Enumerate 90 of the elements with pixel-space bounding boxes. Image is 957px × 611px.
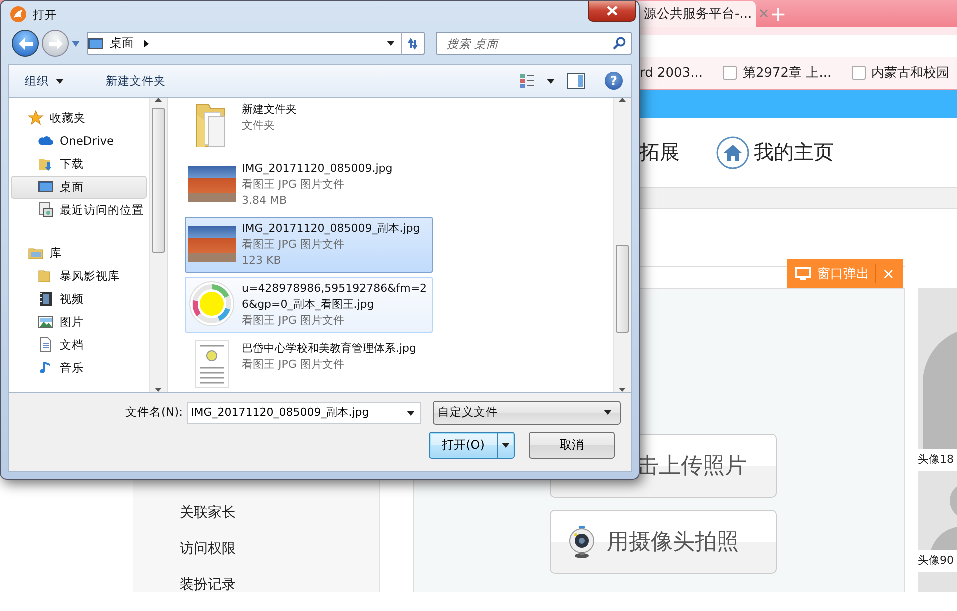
nav-item[interactable]: 库 [11, 242, 147, 265]
file-name-label: 文件名(N): [124, 405, 184, 420]
nav-item[interactable]: 桌面 [11, 176, 147, 199]
file-size: 3.84 MB [242, 192, 288, 209]
scrollbar[interactable] [149, 98, 167, 392]
download-icon [38, 156, 54, 172]
nav-link[interactable]: 拓展 [640, 139, 680, 166]
bookmark-link[interactable]: 第2972章 上... [742, 64, 832, 82]
page-icon [852, 66, 866, 80]
search-field[interactable]: 搜索 桌面 [436, 32, 632, 56]
dropdown-icon [387, 41, 395, 46]
refresh-icon [406, 36, 420, 51]
nav-item[interactable]: 视频 [11, 288, 147, 311]
address-bar[interactable]: 桌面 [87, 32, 425, 56]
avatar-label: 头像90 [918, 553, 955, 569]
breadcrumb-item[interactable]: 桌面 [110, 35, 134, 52]
tab-title: 源公共服务平台-... [644, 6, 752, 23]
monitor-icon [795, 266, 812, 280]
document-thumbnail [195, 340, 229, 388]
dropdown-icon [407, 410, 415, 416]
file-name: 新建文件夹 [242, 102, 298, 118]
view-caret-icon [547, 78, 555, 84]
file-size: 123 KB [242, 252, 282, 269]
dialog-title: 打开 [33, 8, 57, 23]
desktop-icon [88, 36, 106, 52]
camera-button[interactable]: 用摄像头拍照 [550, 510, 777, 574]
back-button[interactable] [12, 30, 39, 58]
app-logo-icon [10, 6, 27, 23]
nav-item[interactable]: 收藏夹 [11, 106, 147, 130]
new-folder-button[interactable]: 新建文件夹 [100, 70, 172, 92]
file-type: 文件夹 [242, 118, 276, 134]
pictures-icon [38, 314, 54, 330]
photo-placeholder [188, 166, 236, 202]
file-type: 看图王 JPG 图片文件 [242, 176, 346, 193]
nav-item[interactable]: OneDrive [11, 130, 147, 153]
nav-item[interactable]: 最近访问的位置 [11, 198, 147, 222]
close-button[interactable] [588, 1, 636, 22]
organize-menu[interactable]: 组织 [19, 70, 70, 92]
page-icon [722, 66, 737, 80]
photo-placeholder [188, 226, 236, 262]
file-item[interactable]: IMG_20171120_085009.jpg 看图王 JPG 图片文件 3.84 MB [185, 156, 433, 213]
file-type-dropdown[interactable]: 自定义文件 [433, 400, 621, 425]
preview-pane-icon[interactable] [567, 73, 585, 90]
video-icon [38, 291, 54, 308]
file-item[interactable]: u=428978986,595192786&fm=26&gp=0_副本_看图王.jpg 看图王 JPG 图片文件 [185, 276, 433, 333]
chevron-icon [144, 40, 149, 48]
recent-icon [38, 202, 54, 218]
file-item[interactable]: IMG_20171120_085009_副本.jpg 看图王 JPG 图片文件 123 KB [185, 216, 433, 273]
file-name: u=428978986,595192786&fm=26&gp=0_副本_看图王.jpg [242, 280, 428, 313]
webcam-icon [567, 525, 597, 559]
cancel-button[interactable]: 取消 [529, 432, 615, 459]
nav-item[interactable]: 文档 [11, 334, 147, 357]
file-name-field[interactable]: IMG_20171120_085009_副本.jpg [187, 402, 421, 424]
menu-item[interactable]: 访问权限 [180, 531, 236, 567]
scrollbar-thumb[interactable] [616, 244, 629, 333]
view-options-icon[interactable] [519, 73, 535, 90]
menu-item[interactable]: 关联家长 [180, 495, 236, 531]
avatar-label: 头像18 [918, 452, 955, 468]
history-dropdown-icon[interactable] [72, 40, 80, 47]
ring-image-thumbnail [189, 280, 235, 327]
open-button[interactable]: 打开(O) [429, 432, 515, 459]
left-arrow-icon [18, 38, 32, 50]
file-item[interactable]: 巴岱中心学校和美教育管理体系.jpg 看图王 JPG 图片文件 [185, 336, 433, 392]
file-item[interactable]: 新建文件夹 文件夹 [185, 98, 433, 153]
favorites-icon [28, 110, 44, 126]
nav-item[interactable]: 下载 [11, 152, 147, 176]
file-name: IMG_20171120_085009_副本.jpg [242, 220, 422, 237]
right-arrow-icon [48, 38, 62, 50]
bookmark-link[interactable]: 内蒙古和校园 [872, 64, 950, 82]
caret-icon [56, 78, 64, 84]
file-name: IMG_20171120_085009.jpg [242, 160, 394, 177]
file-type: 看图王 JPG 图片文件 [242, 312, 346, 329]
file-type: 看图王 JPG 图片文件 [242, 236, 346, 253]
desktop-icon [38, 179, 54, 196]
search-icon [613, 37, 626, 50]
scrollbar[interactable] [613, 98, 631, 392]
nav-item[interactable]: 图片 [11, 310, 147, 334]
close-icon [606, 6, 618, 16]
menu-item[interactable]: 装扮记录 [180, 567, 236, 603]
file-type: 看图王 JPG 图片文件 [242, 356, 346, 373]
bookmark-link[interactable]: rd 2003... [640, 66, 703, 80]
file-name: 巴岱中心学校和美教育管理体系.jpg [242, 340, 418, 357]
nav-link[interactable]: 我的主页 [716, 136, 834, 170]
nav-item[interactable]: 音乐 [11, 356, 147, 380]
documents-icon [38, 337, 54, 354]
scrollbar-thumb[interactable] [152, 108, 165, 253]
home-icon [716, 136, 750, 170]
dropdown-icon [604, 410, 612, 416]
nav-item[interactable]: 暴风影视库 [11, 264, 147, 288]
dropdown-icon [502, 442, 510, 448]
